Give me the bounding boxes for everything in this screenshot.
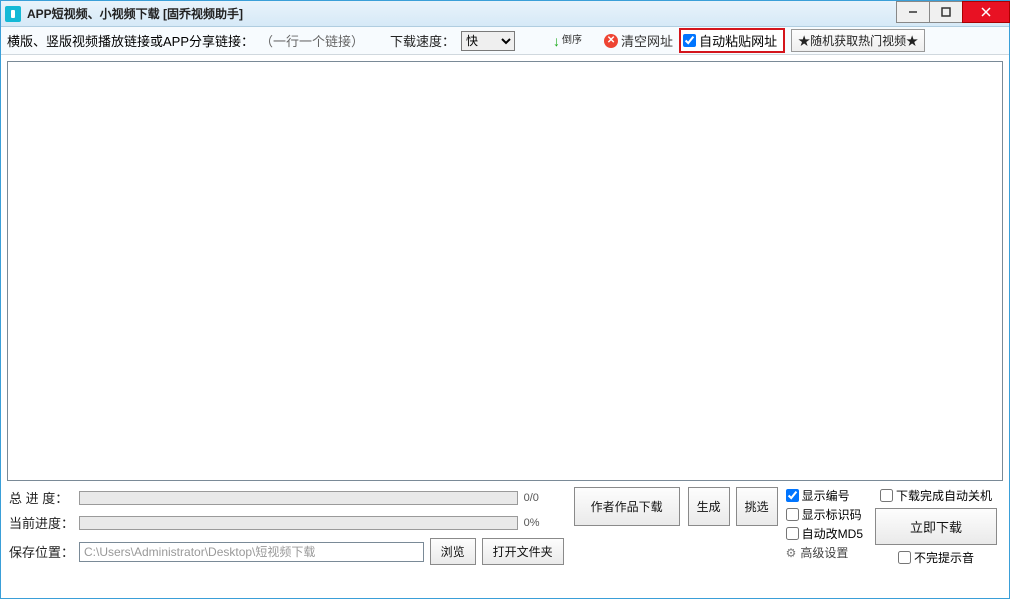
browse-button[interactable]: 浏览 — [430, 538, 476, 565]
speed-label: 下载速度： — [390, 31, 455, 50]
clear-label: 清空网址 — [621, 31, 673, 50]
auto-paste-checkbox-wrap[interactable]: 自动粘贴网址 — [679, 28, 785, 53]
show-index-label: 显示编号 — [802, 487, 850, 504]
close-button[interactable] — [962, 1, 1010, 23]
auto-paste-checkbox[interactable] — [683, 34, 696, 47]
advanced-label: 高级设置 — [800, 544, 848, 561]
url-prompt-label: 横版、竖版视频播放链接或APP分享链接： — [7, 31, 254, 50]
auto-paste-label: 自动粘贴网址 — [699, 31, 777, 50]
current-progress-label: 当前进度： — [9, 513, 79, 532]
author-works-button[interactable]: 作者作品下载 — [574, 487, 680, 526]
window-title: APP短视频、小视频下载 [固乔视频助手] — [27, 5, 243, 22]
auto-md5-checkbox-wrap[interactable]: 自动改MD5 — [786, 525, 863, 542]
total-progress-label: 总 进 度： — [9, 488, 79, 507]
reverse-order-button[interactable]: ↓ 倒序 — [553, 33, 582, 49]
no-sound-checkbox[interactable] — [898, 551, 911, 564]
gear-icon: ⚙ — [786, 546, 797, 560]
open-folder-button[interactable]: 打开文件夹 — [482, 538, 564, 565]
auto-shutdown-label: 下载完成自动关机 — [896, 487, 992, 504]
current-progress-text: 0% — [524, 517, 564, 529]
save-path-label: 保存位置： — [9, 542, 79, 561]
maximize-button[interactable] — [929, 1, 963, 23]
no-sound-checkbox-wrap[interactable]: 不完提示音 — [898, 549, 974, 566]
pick-button[interactable]: 挑选 — [736, 487, 778, 526]
url-input[interactable] — [7, 61, 1003, 481]
random-hot-video-button[interactable]: ★随机获取热门视频★ — [791, 29, 925, 52]
show-flag-checkbox-wrap[interactable]: 显示标识码 — [786, 506, 863, 523]
show-flag-checkbox[interactable] — [786, 508, 799, 521]
auto-shutdown-checkbox[interactable] — [880, 489, 893, 502]
arrow-down-icon: ↓ — [553, 33, 560, 49]
speed-select[interactable]: 快 — [461, 31, 515, 51]
minimize-button[interactable] — [896, 1, 930, 23]
advanced-settings-button[interactable]: ⚙ 高级设置 — [786, 544, 863, 561]
download-now-button[interactable]: 立即下载 — [875, 508, 997, 545]
show-index-checkbox-wrap[interactable]: 显示编号 — [786, 487, 863, 504]
generate-button[interactable]: 生成 — [688, 487, 730, 526]
show-index-checkbox[interactable] — [786, 489, 799, 502]
app-icon — [5, 6, 21, 22]
total-progress-text: 0/0 — [524, 492, 564, 504]
show-flag-label: 显示标识码 — [802, 506, 862, 523]
no-sound-label: 不完提示音 — [914, 549, 974, 566]
auto-md5-checkbox[interactable] — [786, 527, 799, 540]
current-progress-bar — [79, 516, 518, 530]
clear-urls-button[interactable]: ✕ 清空网址 — [604, 31, 673, 50]
auto-md5-label: 自动改MD5 — [802, 525, 863, 542]
reverse-label: 倒序 — [562, 36, 582, 46]
url-hint-label: （一行一个链接） — [260, 31, 364, 50]
clear-icon: ✕ — [604, 34, 618, 48]
save-path-input[interactable] — [79, 542, 424, 562]
total-progress-bar — [79, 491, 518, 505]
auto-shutdown-checkbox-wrap[interactable]: 下载完成自动关机 — [880, 487, 992, 504]
